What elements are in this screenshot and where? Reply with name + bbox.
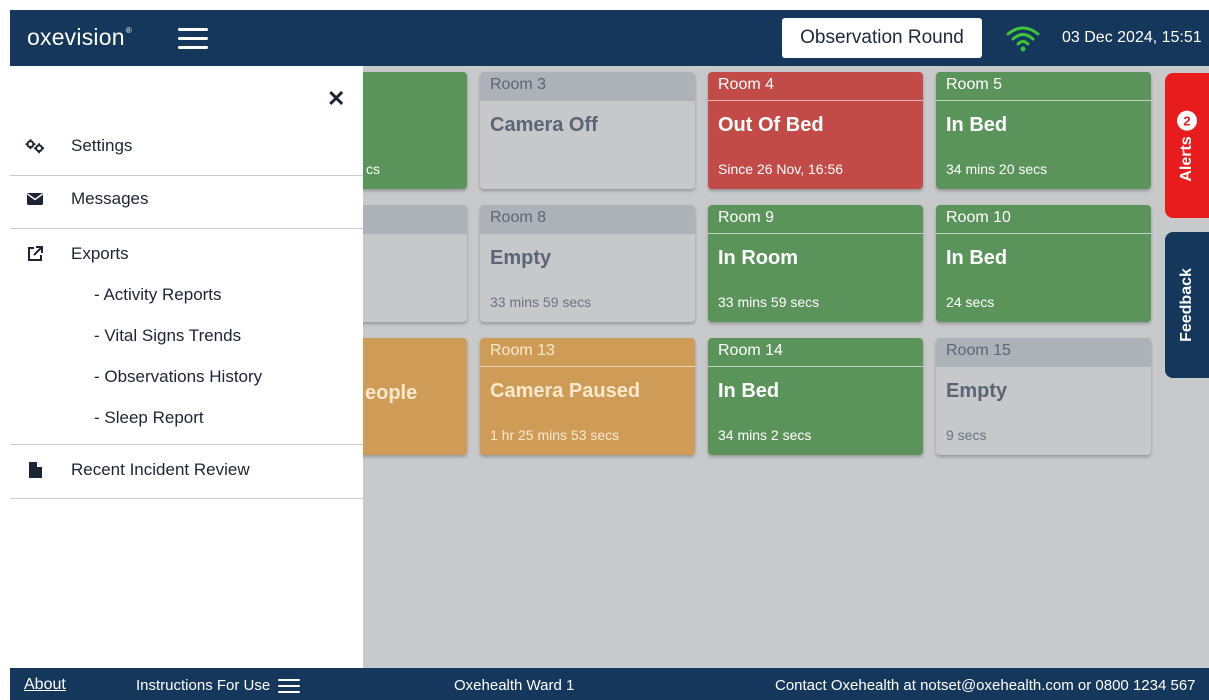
room-name: Room 8	[480, 205, 695, 234]
room-duration: 34 mins 20 secs	[946, 161, 1048, 177]
room-state: Empty	[490, 247, 552, 269]
room-duration: Since 26 Nov, 16:56	[718, 161, 844, 177]
divider	[10, 175, 363, 176]
room-state: In Room	[718, 247, 798, 269]
menu-label: Settings	[71, 136, 133, 155]
external-link-icon	[25, 244, 45, 264]
room-tile-room-8[interactable]: Room 8 Empty 33 mins 59 secs	[480, 205, 695, 322]
gears-icon	[25, 136, 45, 156]
room-tile-room-3[interactable]: Room 3 Camera Off	[480, 72, 695, 189]
menu-subitem-observations-history[interactable]: - Observations History	[94, 367, 262, 387]
room-duration: 33 mins 59 secs	[718, 294, 820, 310]
alerts-tab[interactable]: Alerts 2	[1165, 73, 1209, 218]
instructions-label: Instructions For Use	[136, 677, 271, 694]
room-name: Room 9	[708, 205, 923, 234]
feedback-tab[interactable]: Feedback	[1165, 232, 1209, 378]
room-name: Room 15	[936, 338, 1151, 367]
alerts-count-badge: 2	[1177, 109, 1197, 130]
room-tile-room-10[interactable]: Room 10 In Bed 24 secs	[936, 205, 1151, 322]
room-name: Room 10	[936, 205, 1151, 234]
room-duration: 34 mins 2 secs	[718, 427, 812, 443]
hamburger-icon	[278, 678, 301, 693]
room-name: Room 13	[480, 338, 695, 367]
instructions-for-use-button[interactable]: Instructions For Use	[136, 677, 301, 694]
menu-item-exports[interactable]: Exports	[10, 236, 363, 272]
date-time: 03 Dec 2024, 15:51	[1062, 29, 1202, 46]
menu-icon[interactable]	[178, 28, 208, 50]
close-icon[interactable]: ✕	[327, 86, 345, 112]
envelope-icon	[25, 189, 45, 209]
top-bar: oxevision® Observation Round 03 Dec 2024…	[10, 10, 1209, 66]
ward-name: Oxehealth Ward 1	[454, 677, 575, 694]
feedback-label: Feedback	[1178, 268, 1195, 342]
room-state: Out Of Bed	[718, 114, 824, 136]
divider	[10, 228, 363, 229]
footer-bar: About Instructions For Use Oxehealth War…	[10, 668, 1209, 700]
room-state: In Bed	[946, 247, 1008, 269]
navigation-drawer: ✕ Settings Messages Exports - Activity R…	[10, 66, 363, 668]
wifi-icon	[1006, 26, 1040, 52]
room-name: Room 5	[936, 72, 1151, 101]
room-duration: 24 secs	[946, 294, 995, 310]
room-tile-room-9[interactable]: Room 9 In Room 33 mins 59 secs	[708, 205, 923, 322]
oxevision-logo: oxevision®	[27, 24, 132, 50]
observation-round-button[interactable]: Observation Round	[782, 18, 982, 58]
room-tile-room-15[interactable]: Room 15 Empty 9 secs	[936, 338, 1151, 455]
alerts-label: Alerts	[1178, 135, 1195, 182]
room-duration: 33 mins 59 secs	[490, 294, 592, 310]
menu-label: Exports	[71, 244, 129, 263]
room-duration: 9 secs	[946, 427, 987, 443]
menu-label: Recent Incident Review	[71, 460, 250, 479]
room-tile-room-5[interactable]: Room 5 In Bed 34 mins 20 secs	[936, 72, 1151, 189]
menu-subitem-vital-signs-trends[interactable]: - Vital Signs Trends	[94, 326, 241, 346]
document-icon	[25, 460, 45, 480]
menu-subitem-activity-reports[interactable]: - Activity Reports	[94, 285, 222, 305]
room-duration: 1 hr 25 mins 53 secs	[490, 427, 620, 443]
menu-label: Messages	[71, 189, 149, 208]
room-state: In Bed	[718, 380, 780, 402]
app-root: oxevision® Observation Round 03 Dec 2024…	[10, 10, 1209, 700]
menu-item-recent-incident-review[interactable]: Recent Incident Review	[10, 452, 363, 488]
room-tile-room-13[interactable]: Room 13 Camera Paused 1 hr 25 mins 53 se…	[480, 338, 695, 455]
divider	[10, 444, 363, 445]
menu-item-messages[interactable]: Messages	[10, 181, 363, 217]
menu-item-settings[interactable]: Settings	[10, 128, 363, 164]
room-tile-room-4[interactable]: Room 4 Out Of Bed Since 26 Nov, 16:56	[708, 72, 923, 189]
room-state: Empty	[946, 380, 1008, 402]
contact-info: Contact Oxehealth at notset@oxehealth.co…	[775, 677, 1196, 694]
about-link[interactable]: About	[24, 676, 66, 694]
room-name: Room 4	[708, 72, 923, 101]
room-state: Camera Paused	[490, 380, 641, 402]
room-name: Room 3	[480, 72, 695, 101]
room-tile-room-14[interactable]: Room 14 In Bed 34 mins 2 secs	[708, 338, 923, 455]
menu-subitem-sleep-report[interactable]: - Sleep Report	[94, 408, 204, 428]
room-name: Room 14	[708, 338, 923, 367]
divider	[10, 498, 363, 499]
room-state: Camera Off	[490, 114, 598, 136]
room-state: In Bed	[946, 114, 1008, 136]
